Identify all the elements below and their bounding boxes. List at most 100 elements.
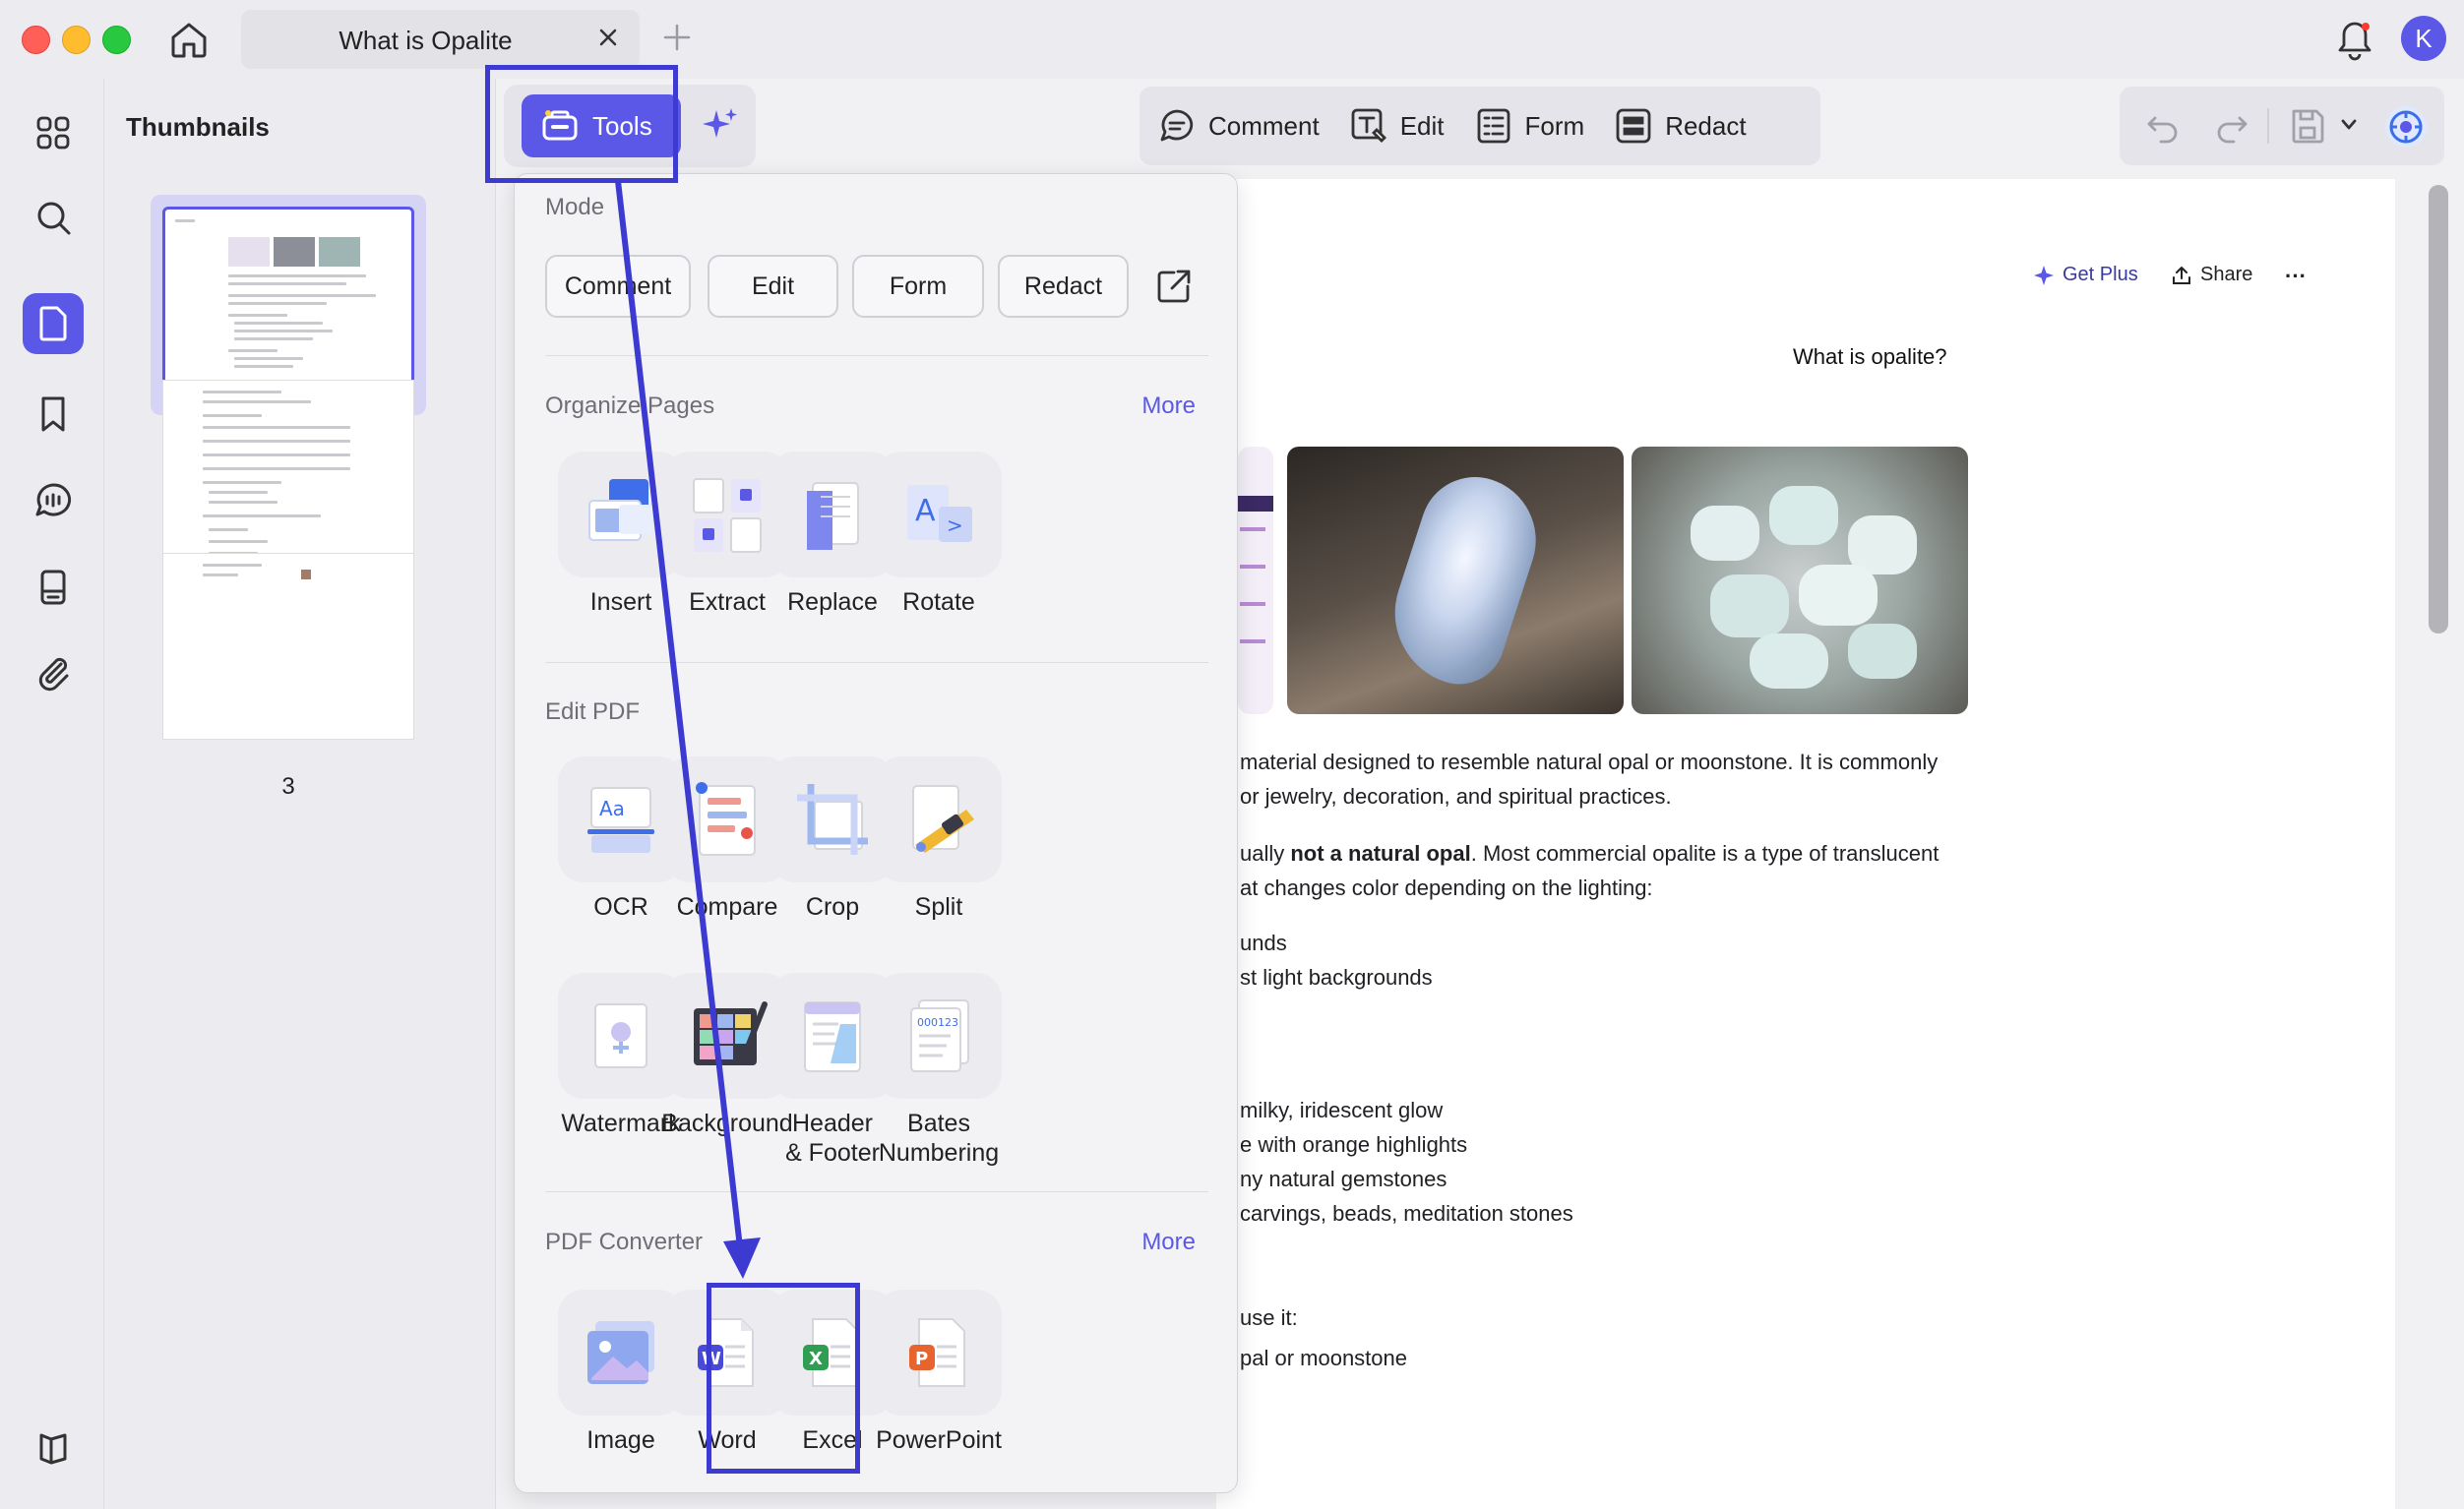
powerpoint-file-icon: P <box>876 1290 1002 1416</box>
share-button[interactable]: Share <box>2171 264 2252 286</box>
share-label: Share <box>2200 264 2253 285</box>
thumbnails-panel: Thumbnails 1 <box>104 79 496 1509</box>
pdf-converter-heading: PDF Converter <box>545 1229 704 1255</box>
history-save-toolbar <box>2120 87 2444 165</box>
thumbnail-page-3[interactable]: 3 <box>151 541 426 800</box>
opalite-guide-image <box>1238 447 1273 714</box>
edit-text-icon <box>1351 108 1386 143</box>
opalite-stone-image <box>1287 447 1624 714</box>
organize-more-link[interactable]: More <box>1141 392 1196 420</box>
menu-divider <box>545 1191 1208 1192</box>
redact-mode-button[interactable]: Redact <box>1614 106 1747 146</box>
menu-form-button[interactable]: Form <box>852 255 984 318</box>
thumbnail-page-number: 3 <box>281 773 295 800</box>
left-icon-rail <box>0 79 104 1509</box>
svg-text:A: A <box>915 494 936 528</box>
paperclip-icon[interactable] <box>23 641 84 702</box>
menu-edit-button[interactable]: Edit <box>708 255 838 318</box>
menu-divider <box>545 662 1208 663</box>
form-icon <box>1477 108 1509 144</box>
tab-title: What is Opalite <box>339 26 513 55</box>
edit-pdf-heading: Edit PDF <box>545 698 641 725</box>
redo-icon[interactable] <box>2214 108 2249 144</box>
svg-text:P: P <box>915 1349 928 1369</box>
new-tab-icon[interactable] <box>659 20 695 55</box>
bookmark-icon[interactable] <box>23 384 84 445</box>
get-plus-label: Get Plus <box>2063 264 2138 285</box>
list-item: e with orange highlights <box>1240 1132 1468 1157</box>
paragraph-line: at changes color depending on the lighti… <box>1240 875 1653 900</box>
comments-icon[interactable] <box>23 470 84 531</box>
comment-mode-button[interactable]: Comment <box>1157 106 1320 146</box>
mode-heading: Mode <box>545 194 605 220</box>
rotate-tool[interactable]: A > Rotate <box>862 452 1016 617</box>
chevron-down-icon[interactable] <box>2340 118 2358 132</box>
organize-pages-heading: Organize Pages <box>545 392 715 419</box>
menu-divider <box>545 355 1208 356</box>
svg-text:000123: 000123 <box>917 1016 958 1029</box>
mode-label: Edit <box>1399 110 1445 141</box>
user-avatar[interactable]: K <box>2401 16 2446 61</box>
notification-bell-icon[interactable] <box>2334 18 2375 61</box>
apps-grid-icon[interactable] <box>23 102 84 163</box>
thumbnails-title: Thumbnails <box>126 112 270 142</box>
paragraph-line: material designed to resemble natural op… <box>1240 750 1939 774</box>
sidebar-toggle-icon[interactable] <box>23 1418 84 1479</box>
search-icon[interactable] <box>23 187 84 248</box>
tab-close-icon[interactable] <box>592 22 624 53</box>
ai-assistant-icon[interactable] <box>2383 104 2429 150</box>
list-item: ny natural gemstones <box>1240 1167 1448 1191</box>
tool-label: Rotate <box>902 588 975 616</box>
mode-label: Redact <box>1665 110 1747 141</box>
edit-mode-button[interactable]: Edit <box>1349 106 1445 146</box>
bates-numbering-tool[interactable]: 000123 Bates Numbering <box>862 973 1016 1168</box>
rotate-pages-icon: A > <box>876 452 1002 577</box>
document-tab[interactable]: What is Opalite <box>241 10 640 69</box>
attachments-file-icon[interactable] <box>23 557 84 618</box>
thumbnails-page-icon[interactable] <box>23 293 84 354</box>
comment-icon <box>1160 109 1194 142</box>
split-icon <box>876 756 1002 882</box>
converter-more-link[interactable]: More <box>1141 1229 1196 1256</box>
minimize-window-button[interactable] <box>62 26 91 54</box>
mode-label: Form <box>1524 110 1585 141</box>
document-heading: What is opalite? <box>1793 344 1947 369</box>
close-window-button[interactable] <box>22 26 50 54</box>
document-scrollbar[interactable] <box>2429 185 2448 634</box>
menu-comment-button[interactable]: Comment <box>545 255 691 318</box>
more-options-icon[interactable]: ··· <box>2285 264 2307 289</box>
paragraph-line-mixed: ually not a natural opal. Most commercia… <box>1240 841 1940 866</box>
tool-label: PowerPoint <box>876 1426 1002 1454</box>
list-item: unds <box>1240 931 1287 955</box>
tool-label: Bates Numbering <box>878 1110 1000 1167</box>
form-mode-button[interactable]: Form <box>1474 106 1585 146</box>
share-icon <box>2173 266 2190 284</box>
list-item: st light backgrounds <box>1240 965 1433 990</box>
title-bar: What is Opalite K <box>0 0 2464 79</box>
sparkle-icon <box>2034 265 2054 285</box>
save-icon[interactable] <box>2289 106 2326 146</box>
redact-icon <box>1616 108 1651 144</box>
paragraph-line: use it: <box>1240 1305 1298 1330</box>
ai-sparkle-icon[interactable] <box>693 98 748 153</box>
bates-numbering-icon: 000123 <box>876 973 1002 1099</box>
convert-powerpoint-tool[interactable]: P PowerPoint <box>862 1290 1016 1455</box>
zoom-window-button[interactable] <box>102 26 131 54</box>
tools-highlight-box <box>485 65 678 183</box>
list-item: pal or moonstone <box>1240 1346 1407 1370</box>
split-tool[interactable]: Split <box>862 756 1016 922</box>
home-icon[interactable] <box>167 18 211 61</box>
mode-label: Comment <box>1208 110 1320 141</box>
get-plus-link[interactable]: Get Plus <box>2033 264 2138 286</box>
list-item: milky, iridescent glow <box>1240 1098 1444 1122</box>
undo-icon[interactable] <box>2145 108 2181 144</box>
open-external-icon[interactable] <box>1154 267 1194 306</box>
toolbar-divider <box>2267 108 2269 144</box>
thumbnail-image <box>162 380 414 567</box>
menu-redact-button[interactable]: Redact <box>998 255 1129 318</box>
paragraph-line: or jewelry, decoration, and spiritual pr… <box>1240 784 1672 809</box>
thumbnail-image <box>162 207 414 393</box>
mode-toolbar: Comment Edit Form Redact <box>1140 87 1820 165</box>
document-page: Get Plus Share ··· What is opalite? mate… <box>1216 179 2395 1509</box>
opalite-bowl-image <box>1632 447 1968 714</box>
